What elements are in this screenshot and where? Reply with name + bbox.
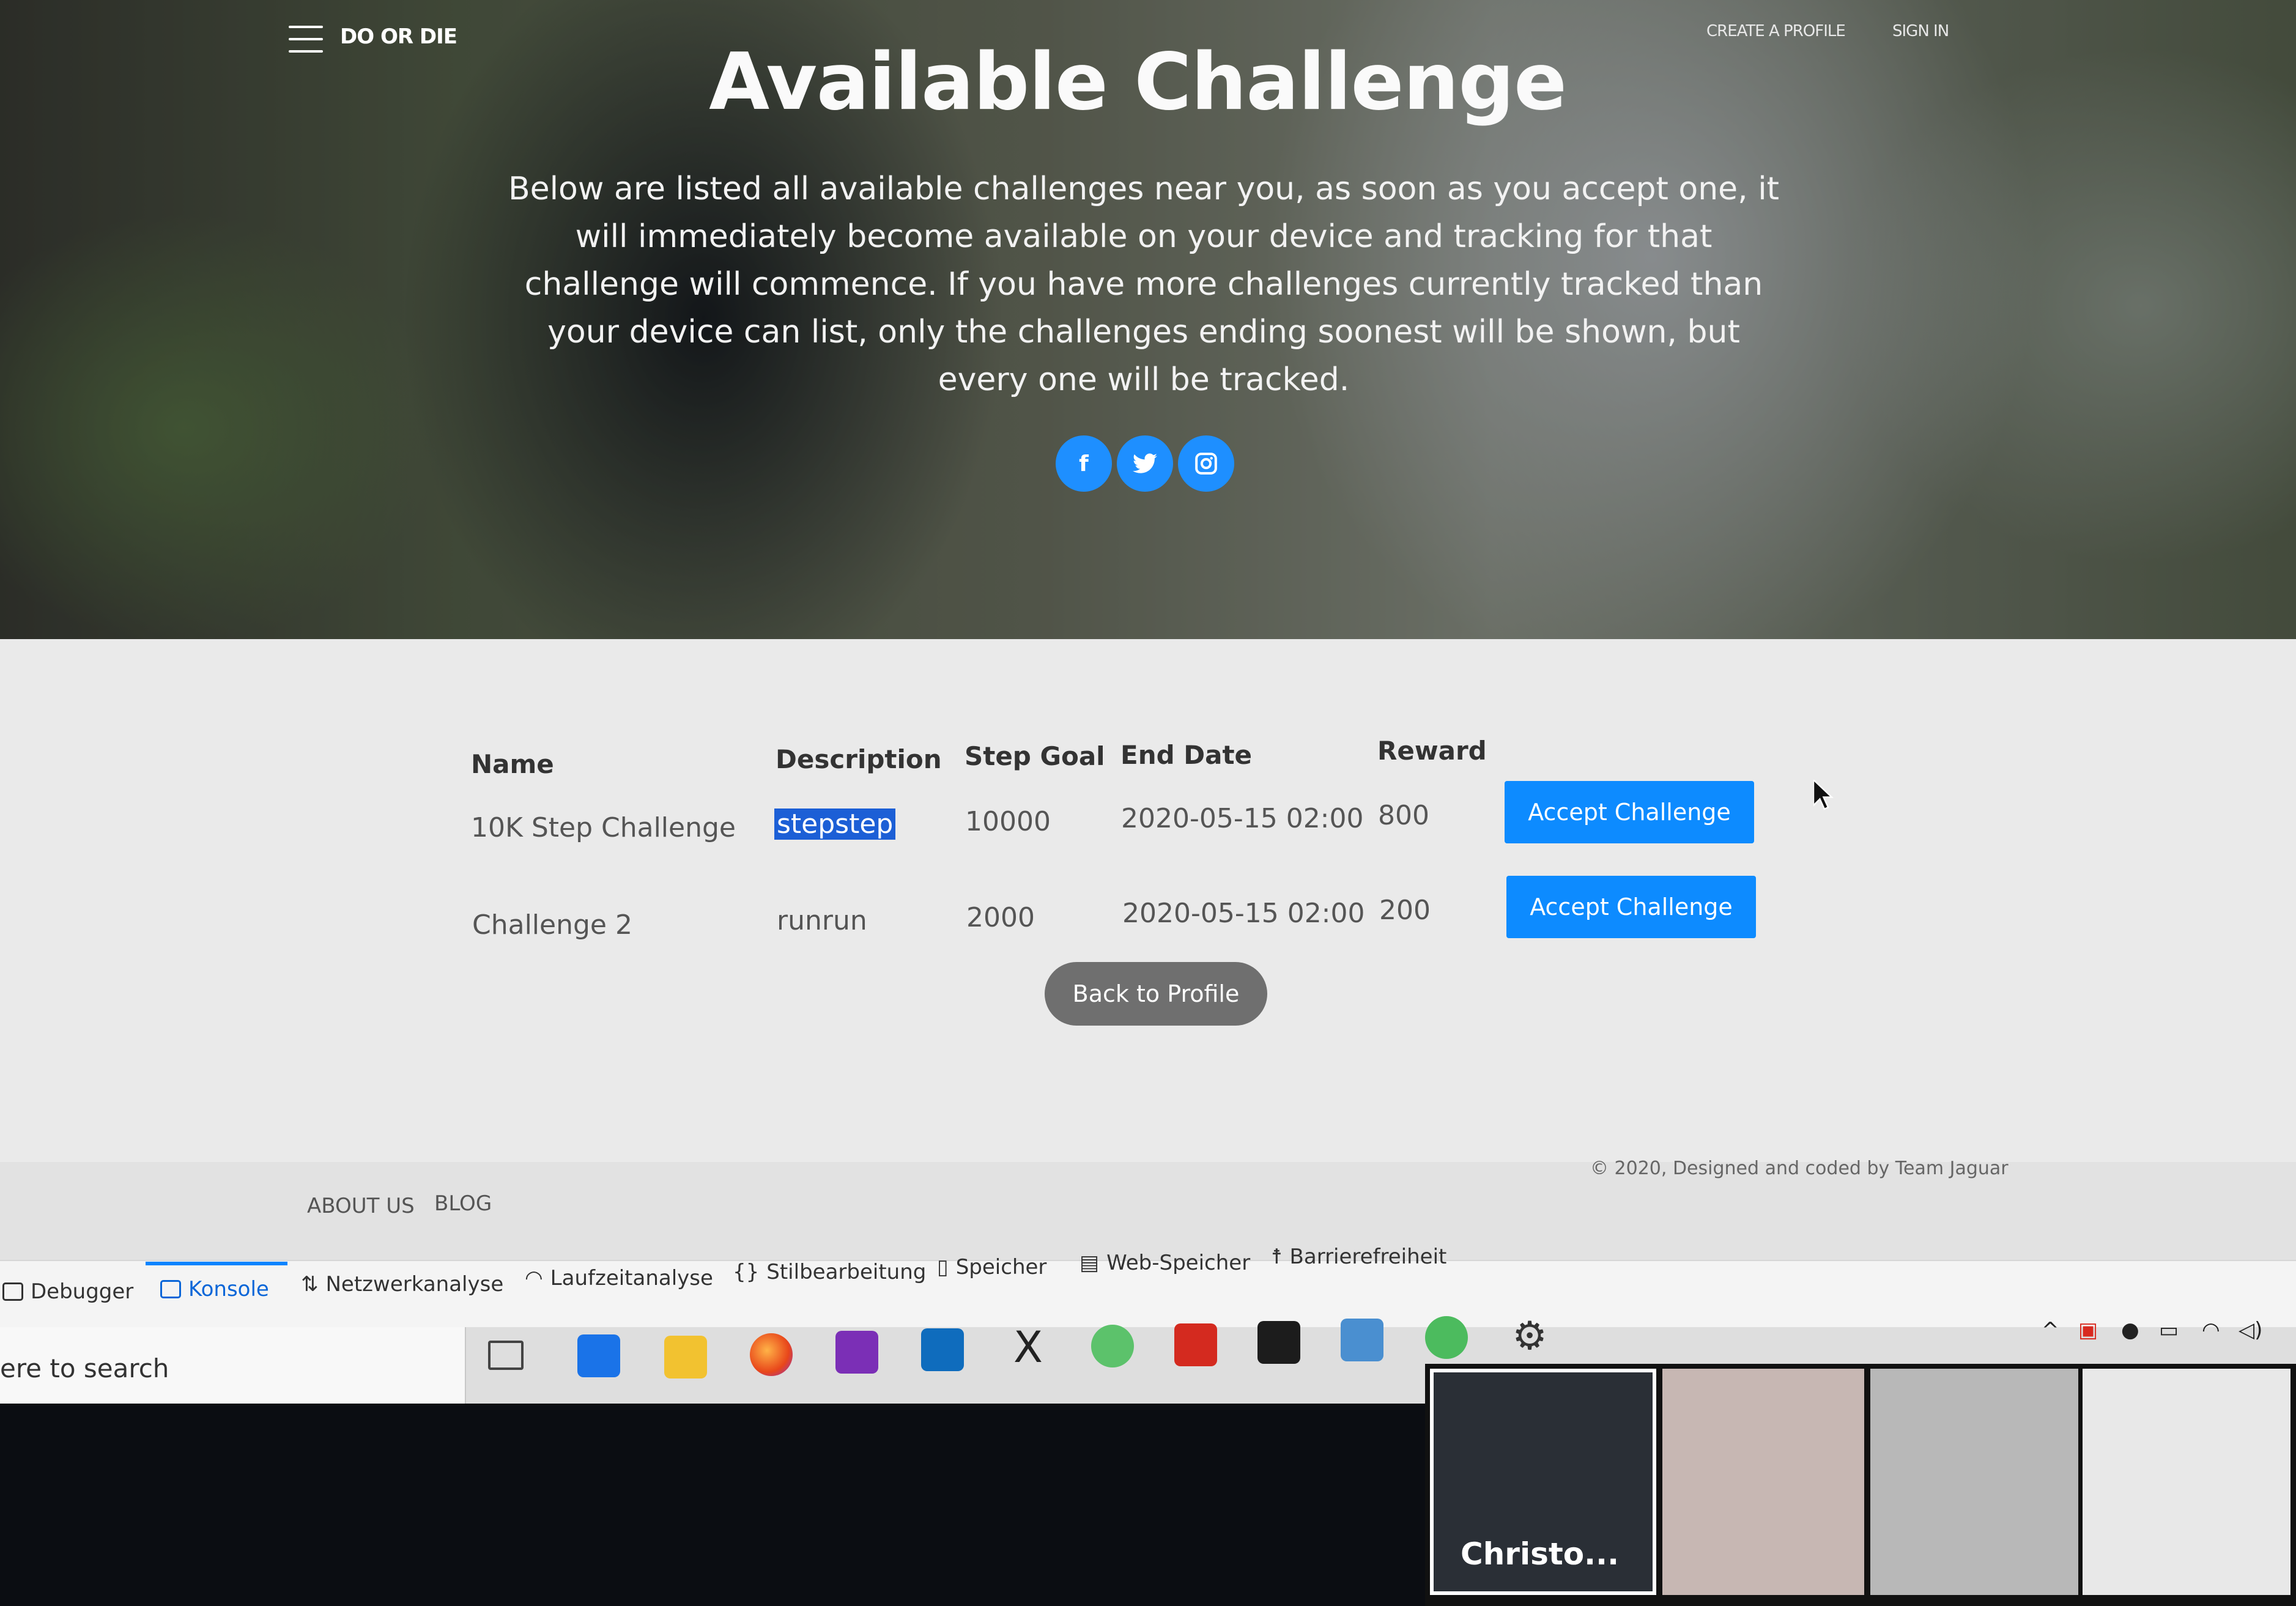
- column-header-name: Name: [471, 749, 554, 779]
- column-header-description: Description: [776, 744, 942, 774]
- accessibility-icon: ☨: [1271, 1245, 1283, 1269]
- volume-icon[interactable]: ◁): [2239, 1318, 2262, 1342]
- row1-description: stepstep: [774, 809, 896, 840]
- settings-gear-icon[interactable]: ⚙: [1508, 1315, 1551, 1358]
- microphone-icon[interactable]: ●: [2121, 1318, 2139, 1342]
- memory-icon: ▯: [937, 1255, 949, 1279]
- console-icon: [160, 1280, 181, 1298]
- row2-end-date: 2020-05-15 02:00: [1122, 898, 1365, 929]
- accept-challenge-button-row2[interactable]: Accept Challenge: [1506, 876, 1756, 938]
- active-tab-indicator: [146, 1262, 287, 1265]
- hero-section: DO OR DIE CREATE A PROFILE SIGN IN Avail…: [0, 0, 2296, 639]
- style-braces-icon: {}: [733, 1260, 760, 1284]
- row2-reward: 200: [1379, 895, 1431, 926]
- facebook-icon[interactable]: f: [1056, 435, 1112, 492]
- hamburger-menu-icon[interactable]: [289, 26, 323, 53]
- brand-logo[interactable]: DO OR DIE: [340, 24, 457, 49]
- tab-netzwerkanalyse[interactable]: ⇅ Netzwerkanalyse: [301, 1272, 503, 1297]
- column-header-step-goal: Step Goal: [965, 741, 1105, 771]
- tab-stilbearbeitung[interactable]: {} Stilbearbeitung: [733, 1260, 926, 1284]
- onenote-icon[interactable]: [835, 1331, 878, 1374]
- row2-name: Challenge 2: [472, 909, 632, 941]
- app-blue-icon[interactable]: [577, 1334, 620, 1377]
- row1-reward: 800: [1378, 800, 1429, 831]
- acrobat-icon[interactable]: [1174, 1323, 1217, 1366]
- row1-end-date: 2020-05-15 02:00: [1121, 803, 1364, 834]
- network-arrows-icon: ⇅: [301, 1272, 319, 1297]
- tab-web-speicher[interactable]: ▤ Web-Speicher: [1079, 1251, 1250, 1275]
- x-app-icon[interactable]: X: [1007, 1326, 1050, 1369]
- storage-icon: ▤: [1079, 1251, 1100, 1275]
- notification-badge-icon[interactable]: ▣: [2078, 1318, 2098, 1342]
- create-profile-link[interactable]: CREATE A PROFILE: [1706, 22, 1846, 40]
- performance-gauge-icon: ◠: [525, 1266, 543, 1290]
- debugger-icon: [2, 1282, 23, 1301]
- tab-debugger[interactable]: Debugger: [2, 1279, 133, 1304]
- taskbar-search-placeholder: ere to search: [0, 1353, 169, 1383]
- page-title: Available Challenge: [709, 37, 1567, 128]
- tab-konsole[interactable]: Konsole: [160, 1277, 269, 1301]
- twitter-icon[interactable]: [1117, 435, 1173, 492]
- video-tile-participant-3[interactable]: [1870, 1369, 2078, 1595]
- firefox-icon[interactable]: [750, 1333, 793, 1376]
- outlook-icon[interactable]: [921, 1328, 964, 1371]
- row2-step-goal: 2000: [966, 902, 1035, 933]
- file-explorer-icon[interactable]: [664, 1336, 707, 1378]
- back-to-profile-button[interactable]: Back to Profile: [1045, 962, 1267, 1026]
- accept-challenge-button-row1[interactable]: Accept Challenge: [1505, 781, 1754, 843]
- wifi-icon[interactable]: ◠: [2202, 1318, 2220, 1342]
- social-links: f: [1056, 435, 1234, 492]
- atom-2-icon[interactable]: [1425, 1316, 1468, 1359]
- video-tile-participant-2[interactable]: [1662, 1369, 1864, 1595]
- column-header-reward: Reward: [1377, 736, 1487, 766]
- row2-description: runrun: [777, 905, 867, 936]
- hero-description: Below are listed all available challenge…: [508, 171, 1780, 398]
- participant-name-label: Christo...: [1461, 1536, 1620, 1572]
- mouse-cursor-icon: [1813, 780, 1834, 810]
- atom-icon[interactable]: [1091, 1325, 1134, 1367]
- copyright-text: © 2020, Designed and coded by Team Jagua…: [1590, 1158, 2009, 1179]
- tab-laufzeitanalyse[interactable]: ◠ Laufzeitanalyse: [525, 1266, 713, 1290]
- battery-icon[interactable]: ▭: [2159, 1318, 2179, 1342]
- tab-speicher[interactable]: ▯ Speicher: [937, 1255, 1046, 1279]
- about-us-link[interactable]: ABOUT US: [307, 1194, 415, 1218]
- task-view-icon[interactable]: [488, 1341, 524, 1370]
- row1-name: 10K Step Challenge: [471, 812, 736, 843]
- video-tile-participant-4[interactable]: [2083, 1369, 2290, 1595]
- blog-link[interactable]: BLOG: [434, 1191, 492, 1216]
- network-app-icon[interactable]: [1341, 1319, 1383, 1361]
- instagram-icon[interactable]: [1178, 435, 1234, 492]
- terminal-icon[interactable]: [1257, 1321, 1300, 1364]
- tab-barrierefreiheit[interactable]: ☨ Barrierefreiheit: [1271, 1245, 1446, 1269]
- sign-in-link[interactable]: SIGN IN: [1892, 22, 1949, 40]
- column-header-end-date: End Date: [1120, 740, 1253, 770]
- chevron-up-icon[interactable]: ^: [2042, 1318, 2059, 1342]
- row1-step-goal: 10000: [965, 806, 1051, 837]
